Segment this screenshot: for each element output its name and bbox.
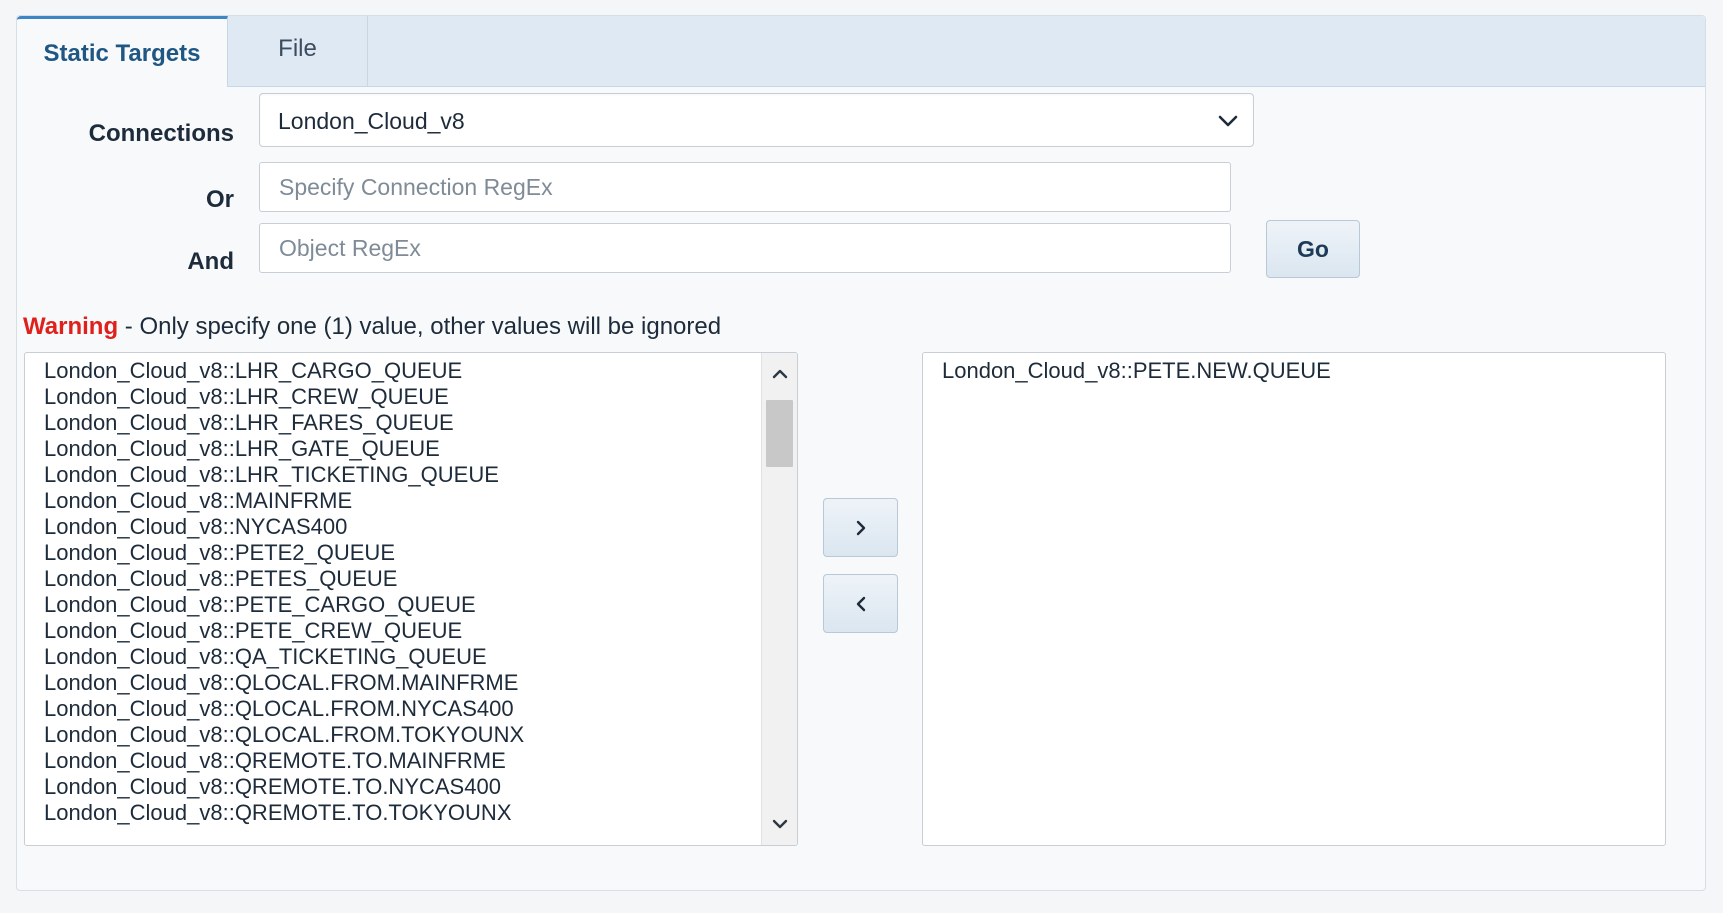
list-item[interactable]: London_Cloud_v8::QLOCAL.FROM.MAINFRME [44, 670, 757, 696]
go-button[interactable]: Go [1266, 220, 1360, 278]
list-item[interactable]: London_Cloud_v8::LHR_FARES_QUEUE [44, 410, 757, 436]
and-label: And [187, 248, 234, 275]
list-item[interactable]: London_Cloud_v8::QREMOTE.TO.MAINFRME [44, 748, 757, 774]
connections-selected-value: London_Cloud_v8 [278, 108, 465, 134]
connections-label: Connections [88, 120, 234, 147]
or-label: Or [205, 186, 234, 213]
move-right-button[interactable] [823, 498, 898, 557]
warning-label: Warning [23, 313, 119, 340]
list-item[interactable]: London_Cloud_v8::LHR_TICKETING_QUEUE [44, 462, 757, 488]
move-left-button[interactable] [823, 574, 898, 633]
chevron-down-icon[interactable] [771, 817, 789, 831]
tab-bar: Static Targets File [17, 16, 1705, 87]
object-regex-input[interactable] [259, 223, 1231, 273]
scrollbar-thumb[interactable] [766, 400, 793, 467]
selected-targets-list[interactable]: London_Cloud_v8::PETE.NEW.QUEUE [922, 352, 1666, 846]
list-item[interactable]: London_Cloud_v8::PETE2_QUEUE [44, 540, 757, 566]
list-item[interactable]: London_Cloud_v8::PETE_CREW_QUEUE [44, 618, 757, 644]
available-items: London_Cloud_v8::LHR_CARGO_QUEUE London_C… [44, 358, 757, 826]
connection-regex-input[interactable] [259, 162, 1231, 212]
list-item[interactable]: London_Cloud_v8::LHR_CREW_QUEUE [44, 384, 757, 410]
chevron-down-icon [1218, 115, 1238, 127]
tab-static-targets[interactable]: Static Targets [17, 16, 228, 87]
list-item[interactable]: London_Cloud_v8::QREMOTE.TO.TOKYOUNX [44, 800, 757, 826]
chevron-right-icon [856, 520, 865, 535]
connections-select[interactable]: London_Cloud_v8 [259, 93, 1254, 147]
list-item[interactable]: London_Cloud_v8::QLOCAL.FROM.NYCAS400 [44, 696, 757, 722]
list-item[interactable]: London_Cloud_v8::QREMOTE.TO.NYCAS400 [44, 774, 757, 800]
tab-file[interactable]: File [228, 16, 368, 86]
warning-message: Warning - Only specify one (1) value, ot… [23, 313, 721, 341]
warning-text: - Only specify one (1) value, other valu… [118, 313, 722, 340]
available-targets-list[interactable]: London_Cloud_v8::LHR_CARGO_QUEUE London_C… [24, 352, 798, 846]
list-item[interactable]: London_Cloud_v8::MAINFRME [44, 488, 757, 514]
list-item[interactable]: London_Cloud_v8::LHR_CARGO_QUEUE [44, 358, 757, 384]
available-list-scrollbar[interactable] [761, 353, 797, 845]
chevron-up-icon[interactable] [771, 367, 789, 381]
list-item[interactable]: London_Cloud_v8::LHR_GATE_QUEUE [44, 436, 757, 462]
selected-items: London_Cloud_v8::PETE.NEW.QUEUE [942, 358, 1655, 384]
chevron-left-icon [856, 596, 865, 611]
list-item[interactable]: London_Cloud_v8::NYCAS400 [44, 514, 757, 540]
list-item[interactable]: London_Cloud_v8::PETE.NEW.QUEUE [942, 358, 1655, 384]
list-item[interactable]: London_Cloud_v8::PETES_QUEUE [44, 566, 757, 592]
list-item[interactable]: London_Cloud_v8::PETE_CARGO_QUEUE [44, 592, 757, 618]
list-item[interactable]: London_Cloud_v8::QA_TICKETING_QUEUE [44, 644, 757, 670]
list-item[interactable]: London_Cloud_v8::QLOCAL.FROM.TOKYOUNX [44, 722, 757, 748]
